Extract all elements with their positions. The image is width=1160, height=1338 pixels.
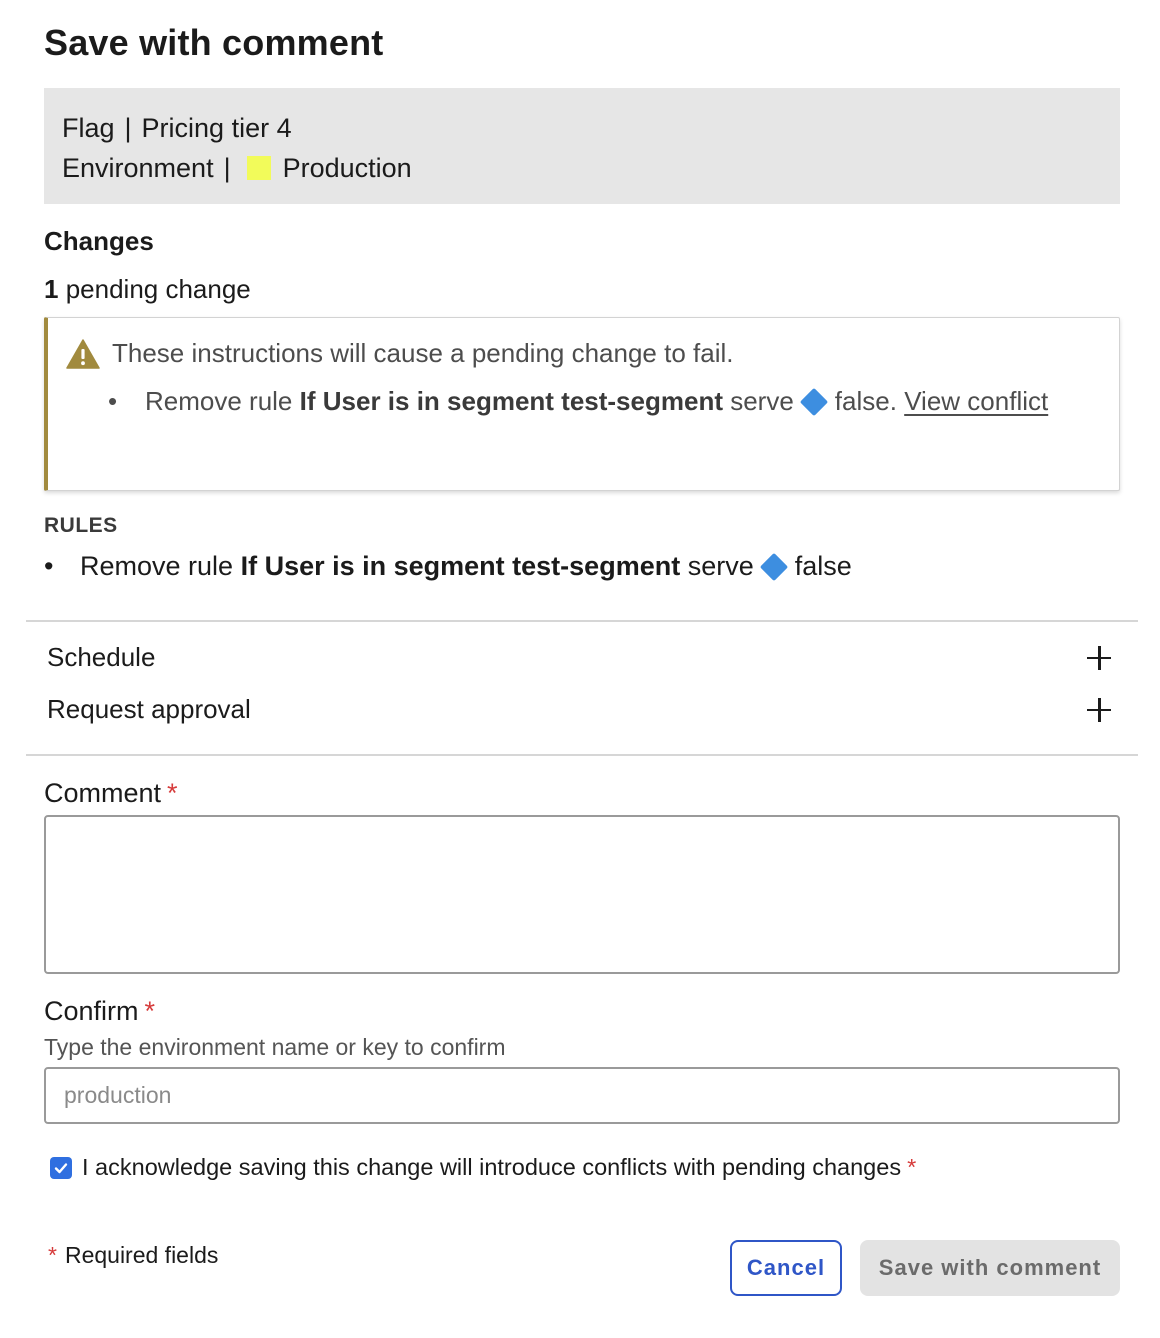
warning-item-text: Remove rule If User is in segment test-s…	[108, 382, 1098, 420]
changes-heading: Changes	[44, 226, 154, 256]
confirm-hint: Type the environment name or key to conf…	[44, 1034, 506, 1060]
pending-change-count: 1 pending change	[44, 274, 251, 305]
bullet: •	[44, 551, 54, 581]
checkmark-icon	[54, 1162, 68, 1173]
warning-item-rule: If User is in segment test-segment	[299, 386, 723, 416]
divider	[26, 754, 1138, 756]
confirm-label: Confirm *	[44, 996, 155, 1027]
dialog-title: Save with comment	[44, 22, 384, 63]
warning-message: These instructions will cause a pending …	[112, 338, 734, 368]
separator: |	[223, 153, 231, 183]
rule-item-serve: serve	[687, 551, 754, 581]
conflict-warning: These instructions will cause a pending …	[44, 317, 1120, 491]
environment-color-swatch	[246, 156, 271, 180]
required-mark: *	[48, 1242, 57, 1268]
environment-name: Production	[282, 153, 412, 183]
view-conflict-link[interactable]: View conflict	[904, 386, 1048, 416]
save-with-comment-button[interactable]: Save with comment	[860, 1240, 1120, 1296]
warning-item-variation: false.	[834, 386, 897, 416]
warning-item-prefix: Remove rule	[145, 386, 293, 416]
rule-item-rule: If User is in segment test-segment	[240, 551, 681, 581]
acknowledge-row: I acknowledge saving this change will in…	[50, 1154, 916, 1181]
schedule-label: Schedule	[47, 642, 156, 672]
required-mark: *	[167, 778, 178, 808]
flag-name: Pricing tier 4	[141, 113, 292, 143]
flag-line: Flag | Pricing tier 4	[62, 108, 1102, 148]
required-fields-text: Required fields	[64, 1242, 219, 1268]
warning-item-serve: serve	[730, 386, 794, 416]
pending-text: pending change	[65, 274, 251, 304]
pending-count: 1	[44, 274, 59, 304]
warning-list-item: • Remove rule If User is in segment test…	[108, 382, 1098, 420]
comment-textarea[interactable]	[44, 815, 1120, 974]
environment-label: Environment	[62, 153, 214, 183]
request-approval-expander[interactable]: Request approval	[47, 694, 1111, 725]
schedule-expander[interactable]: Schedule	[47, 642, 1111, 673]
bullet: •	[108, 386, 118, 416]
plus-icon[interactable]	[1087, 697, 1111, 722]
divider	[26, 620, 1138, 622]
required-mark: *	[144, 996, 156, 1026]
rule-item-prefix: Remove rule	[80, 551, 234, 581]
warning-triangle-icon	[66, 338, 100, 369]
variation-diamond-icon	[759, 552, 788, 582]
variation-diamond-icon	[799, 387, 828, 417]
rule-change-item: • Remove rule If User is in segment test-…	[44, 548, 852, 584]
required-mark: *	[907, 1154, 917, 1180]
required-fields-note: * Required fields	[48, 1242, 218, 1269]
confirm-input[interactable]	[44, 1067, 1120, 1124]
rule-item-variation: false	[794, 551, 852, 581]
cancel-button[interactable]: Cancel	[730, 1240, 842, 1296]
acknowledge-label[interactable]: I acknowledge saving this change will in…	[82, 1154, 901, 1181]
warning-header: These instructions will cause a pending …	[66, 338, 733, 369]
environment-line: Environment | Production	[62, 148, 1102, 188]
flag-context-box: Flag | Pricing tier 4 Environment | Prod…	[44, 88, 1120, 204]
flag-label: Flag	[62, 113, 115, 143]
comment-label-text: Comment	[44, 778, 162, 808]
acknowledge-checkbox[interactable]	[50, 1156, 72, 1179]
request-approval-label: Request approval	[47, 694, 251, 724]
confirm-label-text: Confirm	[44, 996, 139, 1026]
plus-icon[interactable]	[1087, 645, 1111, 670]
comment-label: Comment *	[44, 778, 178, 809]
rules-heading: RULES	[44, 514, 118, 537]
separator: |	[124, 113, 132, 143]
